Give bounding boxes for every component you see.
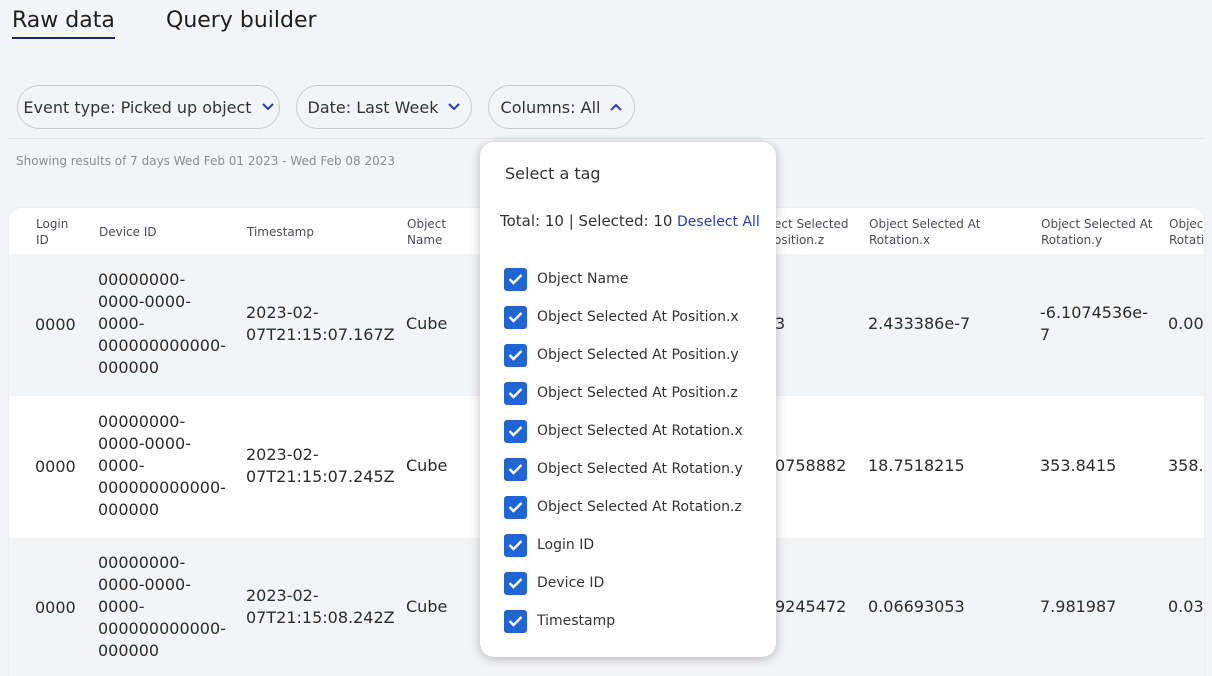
option-timestamp[interactable]: Timestamp [504,609,615,633]
cell-position-z: 3 [775,314,786,333]
checkbox-checked-icon[interactable] [504,305,527,329]
cell-timestamp: 2023-02- 07T21:15:08.242Z [246,586,395,627]
columns-filter-label: Columns: All [500,97,601,117]
checkbox-checked-icon[interactable] [504,571,527,595]
cell-timestamp: 2023-02- 07T21:15:07.245Z [246,445,395,486]
option-label: Object Selected At Rotation.z [537,499,742,515]
dropdown-title: Select a tag [505,164,601,183]
checkbox-checked-icon[interactable] [504,381,527,405]
cell-object-name: Cube [406,456,448,475]
option-label: Object Selected At Rotation.x [537,423,743,439]
cell-device-id: 00000000- 0000-0000- 0000- 000000000000-… [98,270,226,377]
selection-count: Total: 10 | Selected: 10 [500,212,673,230]
checkbox-checked-icon[interactable] [504,457,527,481]
cell-rotation-y: 7.981987 [1040,597,1117,616]
tab-raw-data[interactable]: Raw data [12,8,115,39]
results-summary: Showing results of 7 days Wed Feb 01 202… [16,154,396,168]
header-object-name[interactable]: Object Name [407,216,446,248]
option-device-id[interactable]: Device ID [504,571,604,595]
option-label: Object Selected At Position.x [537,309,739,325]
tab-query-builder[interactable]: Query builder [166,8,317,33]
checkbox-checked-icon[interactable] [504,267,527,291]
header-rotation-z[interactable]: Objec Rotatio [1169,216,1204,248]
option-rotation-y[interactable]: Object Selected At Rotation.y [504,457,743,481]
option-label: Object Selected At Rotation.y [537,461,743,477]
option-position-x[interactable]: Object Selected At Position.x [504,305,739,329]
header-timestamp[interactable]: Timestamp [247,224,314,240]
option-login-id[interactable]: Login ID [504,533,594,557]
cell-timestamp: 2023-02- 07T21:15:07.167Z [246,303,395,344]
cell-login-id: 0000 [35,598,76,617]
header-login-id[interactable]: Login ID [36,216,68,248]
option-label: Device ID [537,575,605,591]
header-rotation-x[interactable]: Object Selected At Rotation.x [869,216,980,248]
cell-object-name: Cube [406,314,448,333]
chevron-up-icon [610,103,623,111]
chevron-down-icon [261,103,274,111]
option-rotation-x[interactable]: Object Selected At Rotation.x [504,419,743,443]
option-label: Timestamp [537,613,616,629]
cell-rotation-y: 353.8415 [1040,456,1117,475]
option-label: Object Selected At Position.z [537,385,738,401]
option-rotation-z[interactable]: Object Selected At Rotation.z [504,495,742,519]
date-filter-label: Date: Last Week [307,97,439,117]
checkbox-checked-icon[interactable] [504,343,527,367]
checkbox-checked-icon[interactable] [504,609,527,633]
option-label: Object Name [537,271,629,287]
header-rotation-y[interactable]: Object Selected At Rotation.y [1041,216,1152,248]
option-object-name[interactable]: Object Name [504,267,628,291]
option-label: Login ID [537,537,595,553]
cell-rotation-z: 358.9 [1168,456,1204,475]
cell-login-id: 0000 [35,315,76,334]
option-position-z[interactable]: Object Selected At Position.z [504,381,738,405]
cell-rotation-y: -6.1074536e- 7 [1040,303,1148,344]
cell-position-z: 9245472 [775,597,847,616]
cell-rotation-z: 0.033 [1168,597,1204,616]
event-type-label: Event type: Picked up object [23,97,252,117]
deselect-all-button[interactable]: Deselect All [677,214,760,230]
columns-filter[interactable]: Columns: All [488,85,635,129]
checkbox-checked-icon[interactable] [504,533,527,557]
cell-rotation-z: 0.000 [1168,314,1204,333]
cell-rotation-x: 18.7518215 [868,456,965,475]
cell-login-id: 0000 [35,457,76,476]
divider [9,138,1204,139]
date-filter[interactable]: Date: Last Week [296,85,472,129]
cell-position-z: 0758882 [775,456,847,475]
chevron-down-icon [448,103,461,111]
cell-rotation-x: 0.06693053 [868,597,965,616]
event-type-filter[interactable]: Event type: Picked up object [17,85,280,129]
option-label: Object Selected At Position.y [537,347,739,363]
cell-device-id: 00000000- 0000-0000- 0000- 000000000000-… [98,553,226,660]
cell-device-id: 00000000- 0000-0000- 0000- 000000000000-… [98,412,226,519]
cell-object-name: Cube [406,597,448,616]
columns-dropdown: Select a tag Total: 10 | Selected: 10 De… [480,142,776,657]
header-position-z[interactable]: ect Selected osition.z [774,216,849,248]
header-device-id[interactable]: Device ID [99,224,157,240]
checkbox-checked-icon[interactable] [504,495,527,519]
option-position-y[interactable]: Object Selected At Position.y [504,343,739,367]
checkbox-checked-icon[interactable] [504,419,527,443]
cell-rotation-x: 2.433386e-7 [868,314,971,333]
